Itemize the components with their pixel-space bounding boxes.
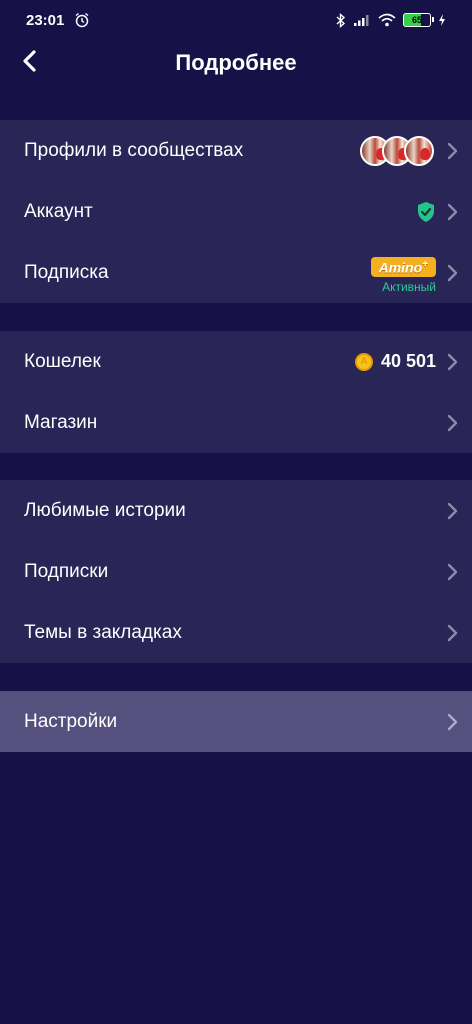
community-avatars [360,135,434,166]
status-bar: 23:01 65 [0,0,472,40]
chevron-right-icon [447,353,458,370]
following-right [436,563,458,581]
communities-profiles-right [360,135,458,166]
subscription-label: Подписка [24,261,109,283]
wallet-label: Кошелек [24,350,101,372]
charging-icon [439,14,445,26]
profile-group: Профили в сообществах Аккаунт Подписка A… [0,120,472,303]
subscription-row[interactable]: Подписка Amino+ Активный [0,242,472,303]
bookmarked-topics-label: Темы в закладках [24,621,182,643]
amino-plus-badge: Amino+ [370,256,436,278]
subscription-right: Amino+ Активный [370,251,458,295]
status-icons: 65 [336,12,446,28]
avatar [404,135,434,166]
store-row[interactable]: Магазин [0,392,472,453]
content-group: Любимые истории Подписки Темы в закладка… [0,480,472,663]
coin-icon: A [354,352,373,371]
store-right [436,414,458,432]
back-arrow-icon [23,50,36,72]
settings-row[interactable]: Настройки [0,691,472,752]
following-row[interactable]: Подписки [0,541,472,602]
alarm-icon [75,12,89,28]
favorite-stories-right [436,502,458,520]
signal-icon [354,15,369,26]
settings-label: Настройки [24,710,118,732]
store-label: Магазин [24,411,98,433]
battery-level: 65 [411,15,422,25]
wallet-balance: 40 501 [380,351,436,371]
wallet-group: Кошелек A 40 501 Магазин [0,331,472,453]
account-label: Аккаунт [24,200,93,222]
chevron-right-icon [447,414,458,431]
settings-group: Настройки [0,691,472,752]
bookmarked-topics-right [436,624,458,642]
subscription-info: Amino+ Активный [370,256,436,295]
communities-profiles-label: Профили в сообществах [24,139,244,161]
favorite-stories-label: Любимые истории [24,499,186,521]
account-right [416,201,458,223]
amino-badge-text: Amino [378,259,423,276]
amino-badge-plus: + [422,258,428,270]
subscription-status: Активный [382,280,436,295]
status-time: 23:01 [26,11,65,29]
wallet-row[interactable]: Кошелек A 40 501 [0,331,472,392]
account-row[interactable]: Аккаунт [0,181,472,242]
chevron-right-icon [447,142,458,159]
communities-profiles-row[interactable]: Профили в сообществах [0,120,472,181]
battery-icon: 65 [403,13,434,27]
chevron-right-icon [447,502,458,519]
wallet-right: A 40 501 [354,351,458,372]
chevron-right-icon [447,624,458,641]
bluetooth-icon [336,12,346,28]
page-title: Подробнее [175,50,297,75]
bookmarked-topics-row[interactable]: Темы в закладках [0,602,472,663]
following-label: Подписки [24,560,109,582]
favorite-stories-row[interactable]: Любимые истории [0,480,472,541]
chevron-right-icon [447,203,458,220]
chevron-right-icon [447,264,458,281]
chevron-right-icon [447,713,458,730]
wifi-icon [378,13,396,27]
shield-check-icon [418,201,434,222]
chevron-right-icon [447,563,458,580]
header: Подробнее [0,40,472,86]
settings-right [436,713,458,731]
back-button[interactable] [14,46,44,76]
